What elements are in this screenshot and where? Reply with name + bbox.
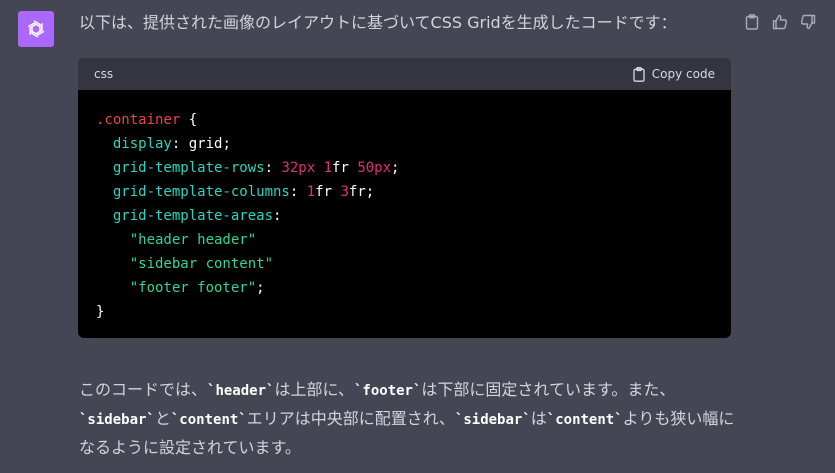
- outro-text: エリアは中央部に配置され、: [246, 409, 455, 428]
- code-line-2: display: grid;: [112, 136, 231, 152]
- thumbs-up-icon[interactable]: [771, 13, 789, 31]
- inline-code: `content`: [546, 412, 623, 428]
- openai-logo-icon: [27, 20, 45, 38]
- inline-code: `sidebar`: [454, 412, 531, 428]
- code-content: .container { display: grid; grid-templat…: [78, 90, 731, 324]
- code-line-8: "footer footer";: [129, 280, 265, 296]
- code-block: css Copy code .container { display: grid…: [78, 58, 731, 338]
- inline-code: `footer`: [353, 383, 422, 399]
- inline-code: `header`: [207, 383, 275, 399]
- code-line-7: "sidebar content": [129, 256, 274, 272]
- code-line-3: grid-template-rows: 32px 1fr 50px;: [112, 160, 400, 176]
- outro-text: と: [154, 409, 171, 428]
- code-block-header: css Copy code: [78, 58, 731, 90]
- code-line-9: }: [96, 304, 105, 320]
- code-line-5: grid-template-areas:: [112, 208, 282, 224]
- copy-code-label: Copy code: [651, 67, 715, 81]
- outro-text: は: [530, 409, 547, 428]
- assistant-avatar: [18, 11, 54, 47]
- outro-text: は下部に固定されています。また、: [421, 380, 676, 399]
- message-actions: [743, 13, 817, 31]
- copy-code-button[interactable]: Copy code: [633, 66, 715, 82]
- outro-text: は上部に、: [274, 380, 354, 399]
- message-intro: 以下は、提供された画像のレイアウトに基づいてCSS Gridを生成したコードです…: [79, 13, 677, 32]
- inline-code: `content`: [170, 412, 247, 428]
- outro-text: このコードでは、: [79, 380, 208, 399]
- thumbs-down-icon[interactable]: [799, 13, 817, 31]
- code-line-1: .container {: [96, 112, 198, 128]
- clipboard-icon: [633, 66, 645, 82]
- code-language-label: css: [94, 67, 114, 81]
- clipboard-icon[interactable]: [743, 13, 761, 31]
- code-line-6: "header header": [129, 232, 257, 248]
- code-line-4: grid-template-columns: 1fr 3fr;: [112, 184, 375, 200]
- inline-code: `sidebar`: [79, 412, 155, 428]
- message-outro: このコードでは、`header`は上部に、`footer`は下部に固定されていま…: [79, 376, 739, 461]
